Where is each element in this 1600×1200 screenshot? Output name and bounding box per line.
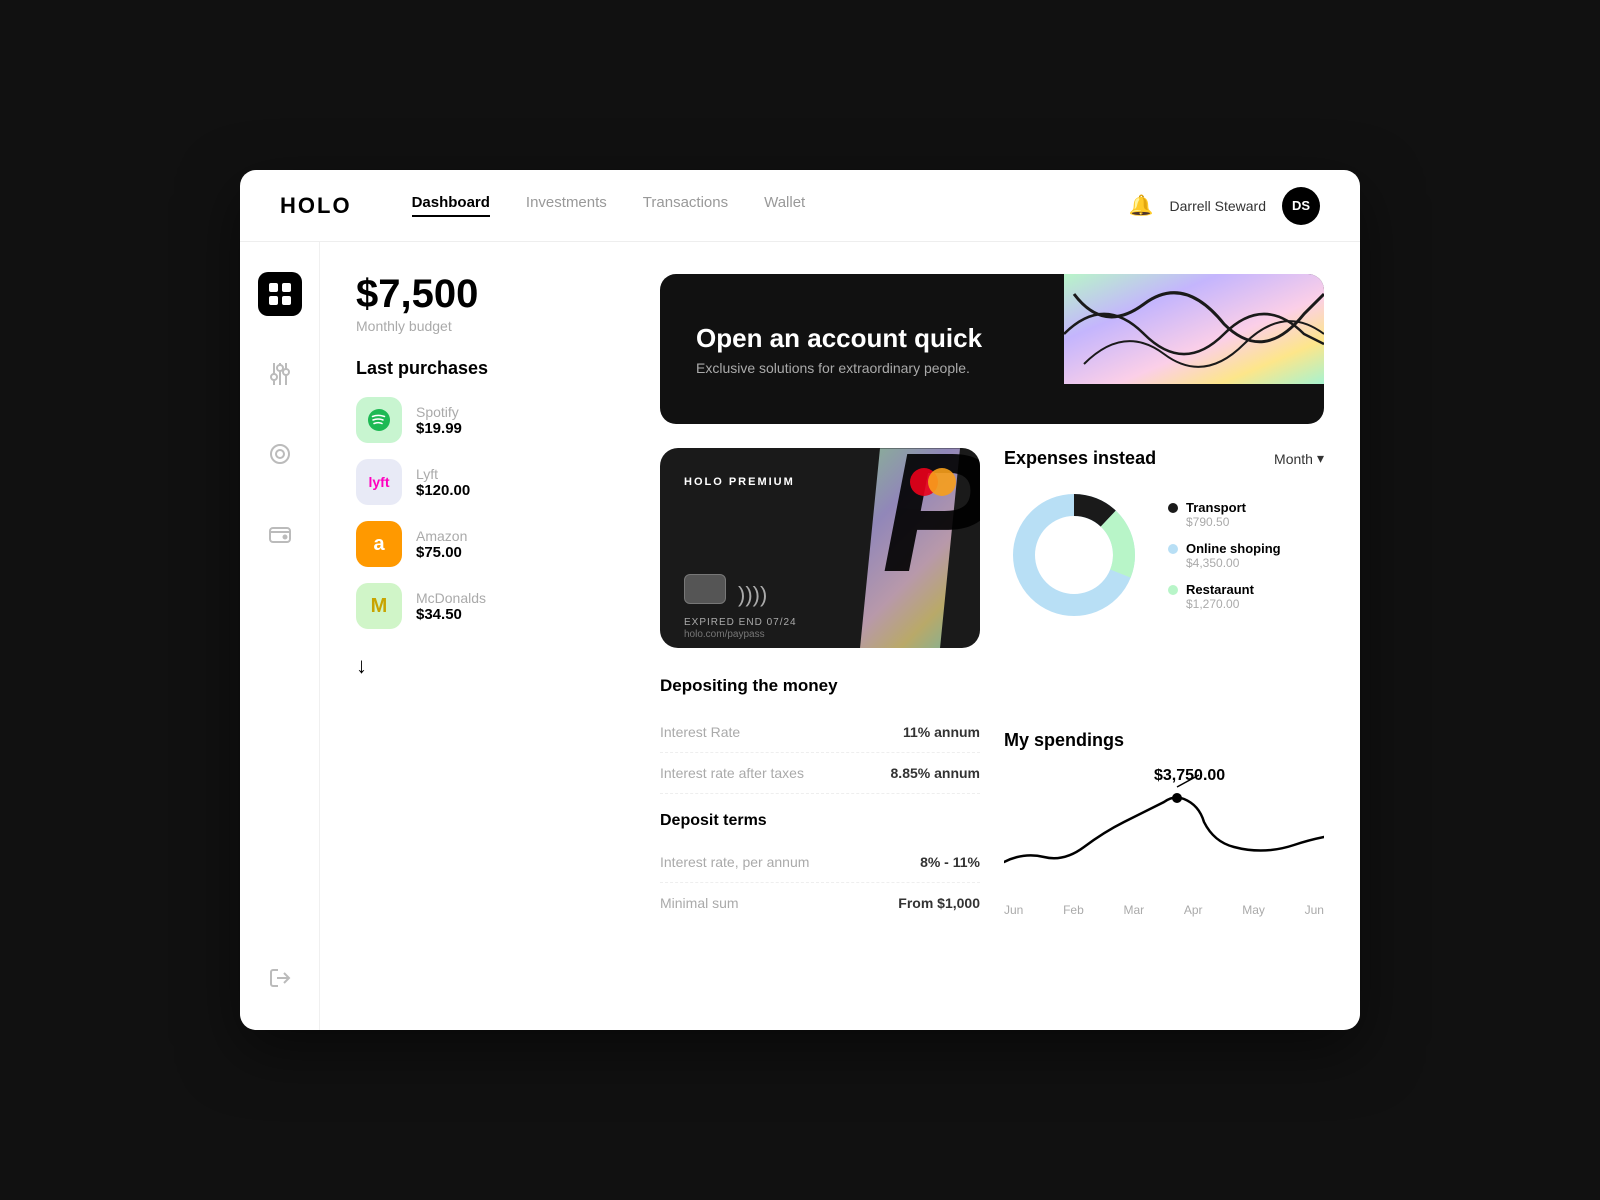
deposit-row-1: Interest Rate 11% annum: [660, 712, 980, 753]
logo: HOLO: [280, 193, 352, 219]
legend-dot-transport: [1168, 503, 1178, 513]
purchase-name-mcdonalds: McDonalds: [416, 590, 486, 606]
nav-wallet[interactable]: Wallet: [764, 194, 805, 217]
sidebar-icon-circle[interactable]: [258, 432, 302, 476]
purchase-info-amazon: Amazon $75.00: [416, 528, 467, 561]
purchase-icon-mcdonalds: M: [356, 583, 402, 629]
purchases-title: Last purchases: [356, 358, 616, 379]
terms-value-1: 8% - 11%: [920, 854, 980, 870]
deposit-terms-title: Deposit terms: [660, 812, 980, 830]
donut-chart: [1004, 485, 1144, 625]
credit-card: HOLO PREMIUM )))) EXPIRED END 07/24 holo…: [660, 448, 980, 648]
deposit-value-1: 11% annum: [903, 724, 980, 740]
purchase-info-mcdonalds: McDonalds $34.50: [416, 590, 486, 623]
sidebar-icon-sliders[interactable]: [258, 352, 302, 396]
legend-text-transport: Transport $790.50: [1186, 500, 1246, 529]
spendings-area: My spendings $3,750.00 Jun Feb Mar Apr: [1004, 730, 1324, 998]
sidebar-icon-logout[interactable]: [258, 956, 302, 1000]
legend-dot-restaurant: [1168, 585, 1178, 595]
purchase-icon-amazon: a: [356, 521, 402, 567]
chart-peak-amount: $3,750.00: [1154, 767, 1225, 785]
terms-label-1: Interest rate, per annum: [660, 854, 809, 870]
budget-label: Monthly budget: [356, 318, 616, 334]
deposit-value-2: 8.85% annum: [891, 765, 980, 781]
left-column: $7,500 Monthly budget Last purchases: [356, 274, 636, 998]
legend-item-transport: Transport $790.50: [1168, 500, 1281, 529]
header-right: 🔔 Darrell Steward DS: [1129, 187, 1320, 225]
spendings-title: My spendings: [1004, 730, 1324, 751]
donut-container: Transport $790.50 Online shoping $4,350.…: [1004, 485, 1324, 625]
nav-investments[interactable]: Investments: [526, 194, 607, 217]
line-chart: $3,750.00: [1004, 767, 1324, 897]
promo-decoration: [1064, 274, 1324, 384]
sidebar-icon-wallet[interactable]: [258, 512, 302, 556]
promo-title: Open an account quick: [696, 323, 982, 354]
expenses-area: Expenses instead Month ▾: [1004, 448, 1324, 706]
purchase-item-mcdonalds: M McDonalds $34.50: [356, 583, 616, 629]
notification-icon[interactable]: 🔔: [1129, 193, 1154, 218]
deposit-label-1: Interest Rate: [660, 724, 740, 740]
purchase-item-amazon: a Amazon $75.00: [356, 521, 616, 567]
budget-amount: $7,500: [356, 274, 616, 314]
deposit-row-2: Interest rate after taxes 8.85% annum: [660, 753, 980, 794]
purchase-amount-lyft: $120.00: [416, 482, 470, 499]
deposit-section: Depositing the money Interest Rate 11% a…: [660, 676, 980, 923]
purchase-item-lyft: lyft Lyft $120.00: [356, 459, 616, 505]
deposit-label-2: Interest rate after taxes: [660, 765, 804, 781]
purchase-amount-spotify: $19.99: [416, 420, 462, 437]
terms-row-2: Minimal sum From $1,000: [660, 883, 980, 923]
app-window: HOLO Dashboard Investments Transactions …: [240, 170, 1360, 1030]
purchase-amount-amazon: $75.00: [416, 544, 467, 561]
promo-banner: Open an account quick Exclusive solution…: [660, 274, 1324, 424]
legend-item-online: Online shoping $4,350.00: [1168, 541, 1281, 570]
legend-item-restaurant: Restaraunt $1,270.00: [1168, 582, 1281, 611]
more-arrow[interactable]: ↓: [356, 653, 367, 679]
month-select[interactable]: Month ▾: [1274, 450, 1324, 467]
expenses-title: Expenses instead: [1004, 448, 1156, 469]
purchase-item-spotify: Spotify $19.99: [356, 397, 616, 443]
card-url: holo.com/paypass: [684, 629, 765, 640]
nav-transactions[interactable]: Transactions: [643, 194, 728, 217]
purchase-info-lyft: Lyft $120.00: [416, 466, 470, 499]
user-name: Darrell Steward: [1170, 198, 1266, 214]
purchase-info-spotify: Spotify $19.99: [416, 404, 462, 437]
purchase-icon-spotify: [356, 397, 402, 443]
header: HOLO Dashboard Investments Transactions …: [240, 170, 1360, 242]
legend-dot-online: [1168, 544, 1178, 554]
sidebar: [240, 242, 320, 1030]
expenses-header: Expenses instead Month ▾: [1004, 448, 1324, 469]
sidebar-icon-grid[interactable]: [258, 272, 302, 316]
avatar[interactable]: DS: [1282, 187, 1320, 225]
nav-dashboard[interactable]: Dashboard: [412, 194, 490, 217]
expenses-legend: Transport $790.50 Online shoping $4,350.…: [1168, 500, 1281, 611]
purchase-amount-mcdonalds: $34.50: [416, 606, 486, 623]
main-nav: Dashboard Investments Transactions Walle…: [412, 194, 1129, 217]
card-expiry: EXPIRED END 07/24: [684, 617, 797, 628]
purchase-name-amazon: Amazon: [416, 528, 467, 544]
card-chip: [684, 574, 726, 604]
purchase-icon-lyft: lyft: [356, 459, 402, 505]
legend-text-restaurant: Restaraunt $1,270.00: [1186, 582, 1254, 611]
terms-row-1: Interest rate, per annum 8% - 11%: [660, 842, 980, 883]
terms-label-2: Minimal sum: [660, 895, 739, 911]
content-grid: $7,500 Monthly budget Last purchases: [320, 242, 1360, 1030]
x-axis-labels: Jun Feb Mar Apr May Jun: [1004, 903, 1324, 917]
card-brand: HOLO PREMIUM: [684, 476, 795, 488]
main-content: $7,500 Monthly budget Last purchases: [240, 242, 1360, 1030]
mastercard-right-circle: [928, 468, 956, 496]
deposit-title: Depositing the money: [660, 676, 980, 696]
card-area: HOLO PREMIUM )))) EXPIRED END 07/24 holo…: [660, 448, 980, 998]
card-contactless-icon: )))): [738, 582, 767, 608]
promo-text: Open an account quick Exclusive solution…: [696, 323, 982, 376]
chip-body: [684, 574, 726, 604]
purchase-name-spotify: Spotify: [416, 404, 462, 420]
legend-text-online: Online shoping $4,350.00: [1186, 541, 1281, 570]
purchase-name-lyft: Lyft: [416, 466, 470, 482]
terms-value-2: From $1,000: [898, 895, 980, 911]
promo-subtitle: Exclusive solutions for extraordinary pe…: [696, 360, 982, 376]
